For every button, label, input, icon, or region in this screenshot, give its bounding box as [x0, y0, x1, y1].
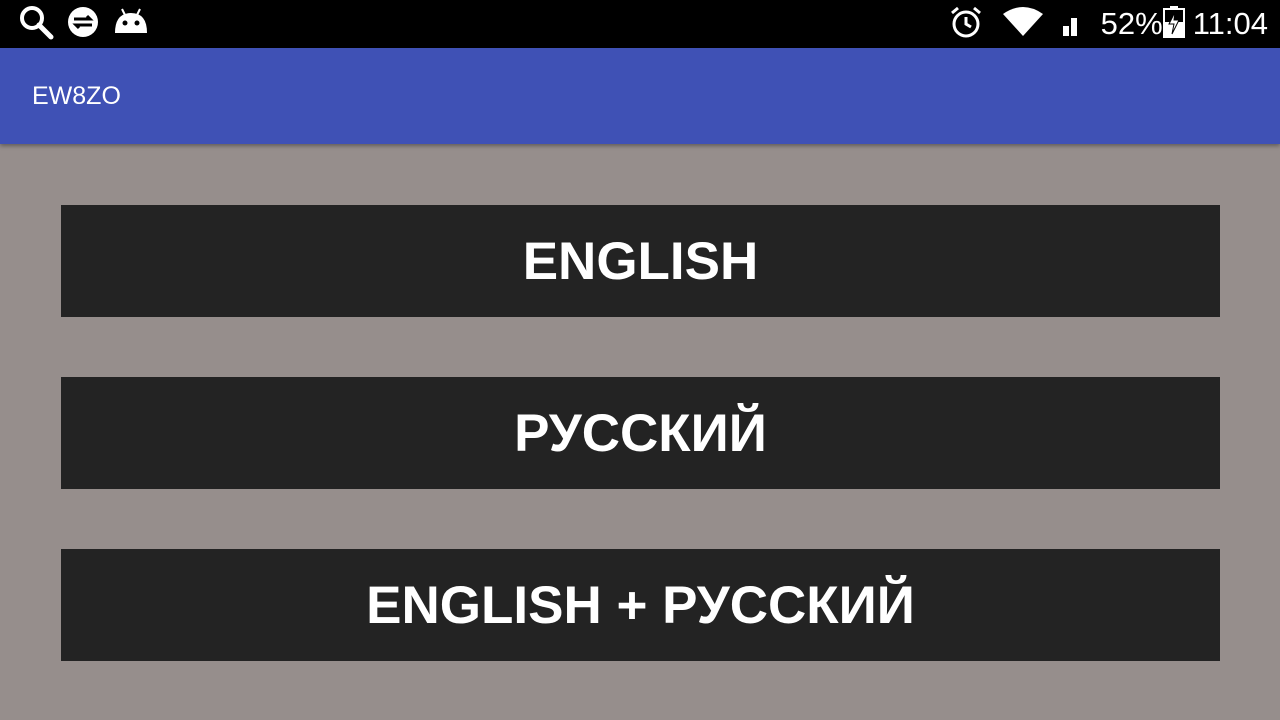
english-button[interactable]: ENGLISH: [61, 205, 1220, 317]
english-russian-button[interactable]: ENGLISH + РУССКИЙ: [61, 549, 1220, 661]
english-button-label: ENGLISH: [522, 231, 759, 291]
system-icons: 52% 11:04: [949, 4, 1268, 44]
battery-charging-icon: [1162, 5, 1185, 43]
signal-icon: [1061, 8, 1087, 41]
alarm-icon: [949, 5, 983, 44]
english-russian-button-label: ENGLISH + РУССКИЙ: [366, 575, 915, 635]
android-icon: [112, 7, 150, 42]
russian-button[interactable]: РУССКИЙ: [61, 377, 1220, 489]
wifi-icon: [1002, 6, 1043, 43]
app-bar: EW8ZO: [0, 48, 1280, 144]
russian-button-label: РУССКИЙ: [514, 403, 767, 463]
sync-icon: [66, 5, 100, 44]
battery-percentage: 52%: [1100, 6, 1163, 41]
app-title: EW8ZO: [32, 82, 121, 110]
notification-icons: [18, 4, 150, 45]
search-icon: [18, 4, 54, 45]
clock: 11:04: [1192, 6, 1268, 41]
status-bar: 52% 11:04: [0, 0, 1280, 48]
